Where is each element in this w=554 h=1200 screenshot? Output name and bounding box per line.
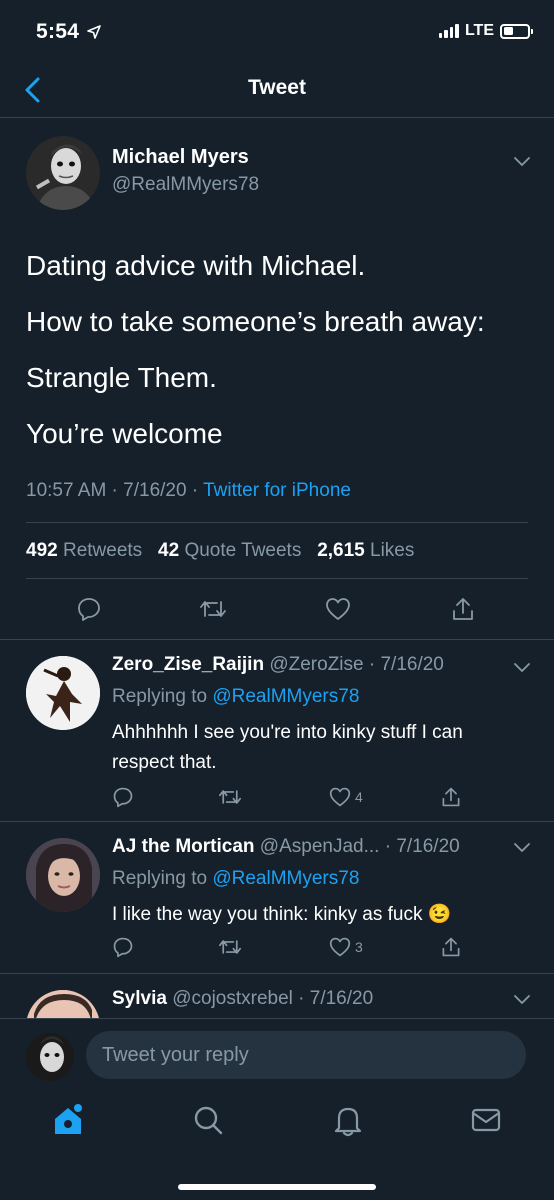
like-icon <box>329 937 351 957</box>
quotes-count: 42 <box>158 540 180 561</box>
nav-bar: Tweet <box>0 62 554 118</box>
quotes-count-link[interactable]: 42 Quote Tweets <box>158 540 312 561</box>
avatar[interactable] <box>26 656 100 730</box>
retweets-count-link[interactable]: 492 Retweets <box>26 540 153 561</box>
home-icon[interactable] <box>50 1102 86 1138</box>
avatar[interactable] <box>26 838 100 912</box>
reply-header: Sylvia @cojostxrebel · 7/16/20 <box>112 988 373 1010</box>
reply-author-name[interactable]: Zero_Zise_Raijin <box>112 654 264 675</box>
tweet-source-link[interactable]: Twitter for iPhone <box>203 480 351 501</box>
messages-icon[interactable] <box>468 1102 504 1138</box>
likes-count-link[interactable]: 2,615 Likes <box>317 540 414 561</box>
share-icon[interactable] <box>440 936 462 958</box>
search-icon[interactable] <box>190 1102 226 1138</box>
reply-tweet[interactable]: Sylvia @cojostxrebel · 7/16/20 <box>0 974 554 1018</box>
retweet-icon[interactable] <box>218 936 242 958</box>
like-count: 4 <box>355 789 363 805</box>
tweet-timestamp: 10:57 AM · 7/16/20 · Twitter for iPhone <box>26 480 351 502</box>
reply-tweet[interactable]: Zero_Zise_Raijin @ZeroZise · 7/16/20 Rep… <box>0 640 554 822</box>
tweet-text-line: Strangle Them. <box>26 362 217 393</box>
reply-icon[interactable] <box>76 596 102 622</box>
reply-meta: @cojostxrebel · 7/16/20 <box>166 988 374 1009</box>
home-indicator <box>178 1184 376 1190</box>
reply-author-name[interactable]: AJ the Mortican <box>112 836 255 857</box>
quotes-label: Quote Tweets <box>179 540 312 561</box>
reply-input[interactable]: Tweet your reply <box>86 1031 526 1079</box>
like-action[interactable]: 4 <box>329 786 363 808</box>
like-action[interactable]: 3 <box>329 936 363 958</box>
tab-bar <box>0 1092 554 1200</box>
retweets-count: 492 <box>26 540 58 561</box>
share-icon[interactable] <box>440 786 462 808</box>
reply-text: Ahhhhhh I see you're into kinky stuff I … <box>112 722 463 773</box>
status-bar: 5:54 LTE <box>0 0 554 62</box>
reply-icon[interactable] <box>112 786 134 808</box>
avatar[interactable] <box>26 136 100 210</box>
retweet-icon[interactable] <box>218 786 242 808</box>
replying-to: Replying to @RealMMyers78 <box>112 686 359 708</box>
engagement-counts: 492 Retweets 42 Quote Tweets 2,615 Likes <box>26 540 414 562</box>
reply-author-name[interactable]: Sylvia <box>112 988 167 1009</box>
replying-prefix: Replying to <box>112 686 213 707</box>
tweet-text-line: You’re welcome <box>26 418 223 449</box>
like-count: 3 <box>355 939 363 955</box>
reply-header: AJ the Mortican @AspenJad... · 7/16/20 <box>112 836 460 858</box>
reply-tweet[interactable]: AJ the Mortican @AspenJad... · 7/16/20 R… <box>0 822 554 974</box>
reply-compose-bar: Tweet your reply <box>0 1018 554 1092</box>
avatar[interactable] <box>26 990 100 1018</box>
likes-count: 2,615 <box>317 540 365 561</box>
chevron-down-icon[interactable] <box>512 840 532 854</box>
like-icon[interactable] <box>325 596 351 622</box>
chevron-down-icon[interactable] <box>512 660 532 674</box>
author-handle[interactable]: @RealMMyers78 <box>112 174 259 196</box>
tweet-time: 10:57 AM · 7/16/20 · <box>26 480 204 501</box>
replying-to: Replying to @RealMMyers78 <box>112 868 359 890</box>
replying-prefix: Replying to <box>112 868 213 889</box>
status-indicators: LTE <box>438 22 533 40</box>
chevron-down-icon[interactable] <box>512 154 532 168</box>
location-arrow-icon <box>87 25 102 40</box>
like-icon <box>329 787 351 807</box>
user-avatar[interactable] <box>26 1033 74 1081</box>
share-icon[interactable] <box>451 596 475 622</box>
tweet-text-line: Dating advice with Michael. <box>26 250 366 281</box>
reply-header: Zero_Zise_Raijin @ZeroZise · 7/16/20 <box>112 654 444 676</box>
reply-text: I like the way you think: kinky as fuck … <box>112 904 452 925</box>
tweet-text-line: How to take someone’s breath away: <box>26 306 485 337</box>
divider <box>26 578 528 579</box>
likes-label: Likes <box>364 540 415 561</box>
tweet-text: Dating advice with Michael. How to take … <box>26 238 485 462</box>
retweet-icon[interactable] <box>199 596 227 622</box>
notifications-icon[interactable] <box>330 1102 366 1138</box>
divider <box>26 522 528 523</box>
author-name[interactable]: Michael Myers <box>112 146 249 169</box>
reply-icon[interactable] <box>112 936 134 958</box>
reply-meta: @ZeroZise · 7/16/20 <box>264 654 444 675</box>
mention-link[interactable]: @RealMMyers78 <box>212 686 359 707</box>
reply-meta: @AspenJad... · 7/16/20 <box>254 836 460 857</box>
mention-link[interactable]: @RealMMyers78 <box>212 868 359 889</box>
battery-icon <box>500 23 533 39</box>
network-label: LTE <box>464 22 494 39</box>
main-tweet: Michael Myers @RealMMyers78 Dating advic… <box>0 118 554 640</box>
retweets-label: Retweets <box>57 540 153 561</box>
page-title: Tweet <box>248 76 306 99</box>
chevron-down-icon[interactable] <box>512 992 532 1006</box>
status-time: 5:54 <box>36 20 102 44</box>
signal-icon <box>438 24 459 38</box>
